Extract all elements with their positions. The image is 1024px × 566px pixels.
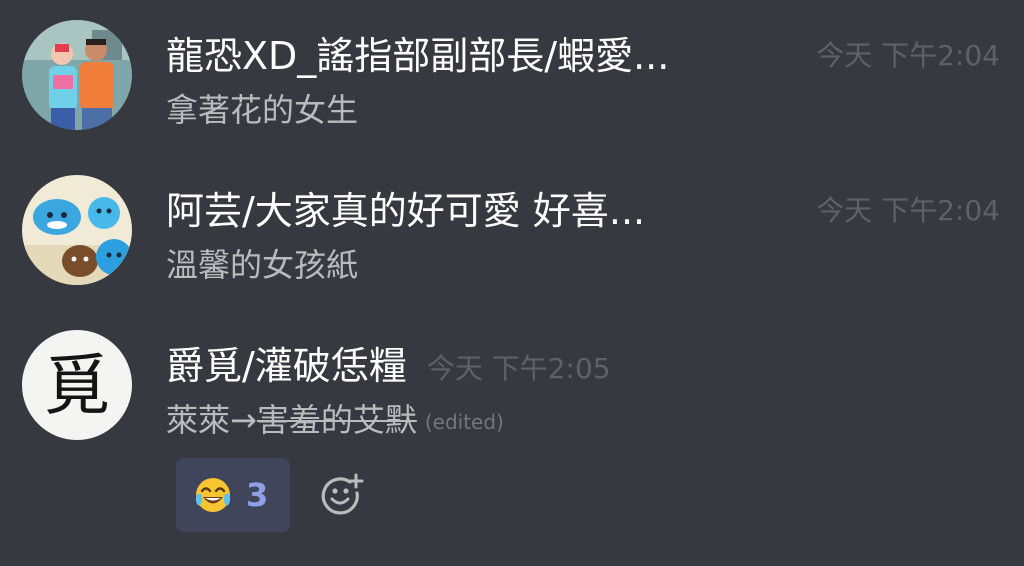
username[interactable]: 龍恐XD_謠指部副部長/蝦愛...: [166, 32, 669, 80]
add-reaction-button[interactable]: [320, 473, 364, 517]
message-content: 溫馨的女孩紙: [166, 246, 359, 284]
message-header: 龍恐XD_謠指部副部長/蝦愛...: [166, 28, 669, 84]
avatar[interactable]: [22, 20, 132, 130]
username[interactable]: 爵覓/灌破恁糧: [166, 342, 407, 390]
chat-message-list: 龍恐XD_謠指部副部長/蝦愛... 今天 下午2:04 拿著花的女生 阿芸/大家…: [0, 0, 1024, 566]
timestamp: 今天 下午2:04: [816, 194, 1000, 227]
laughing-tears-icon: [195, 478, 231, 512]
avatar[interactable]: [22, 175, 132, 285]
message-content: 萊萊→害羞的艾默 (edited): [166, 400, 504, 442]
timestamp: 今天 下午2:05: [426, 352, 611, 385]
content-strikethrough: 害羞的艾默: [256, 401, 417, 439]
reaction-button[interactable]: 3: [176, 458, 290, 532]
edited-label: (edited): [424, 410, 504, 434]
reactions-bar: 3: [176, 458, 364, 532]
timestamp: 今天 下午2:04: [816, 39, 1000, 72]
message-content: 拿著花的女生: [166, 91, 359, 129]
avatar[interactable]: 覓: [22, 330, 132, 440]
message-header: 阿芸/大家真的好可愛 好喜...: [166, 183, 645, 239]
message-header: 爵覓/灌破恁糧 今天 下午2:05: [166, 338, 611, 394]
username[interactable]: 阿芸/大家真的好可愛 好喜...: [166, 187, 645, 235]
avatar-glyph: 覓: [44, 347, 110, 424]
add-reaction-smiley-icon: [321, 473, 364, 515]
content-plain: 萊萊→: [166, 401, 257, 439]
reaction-count: 3: [246, 476, 269, 514]
